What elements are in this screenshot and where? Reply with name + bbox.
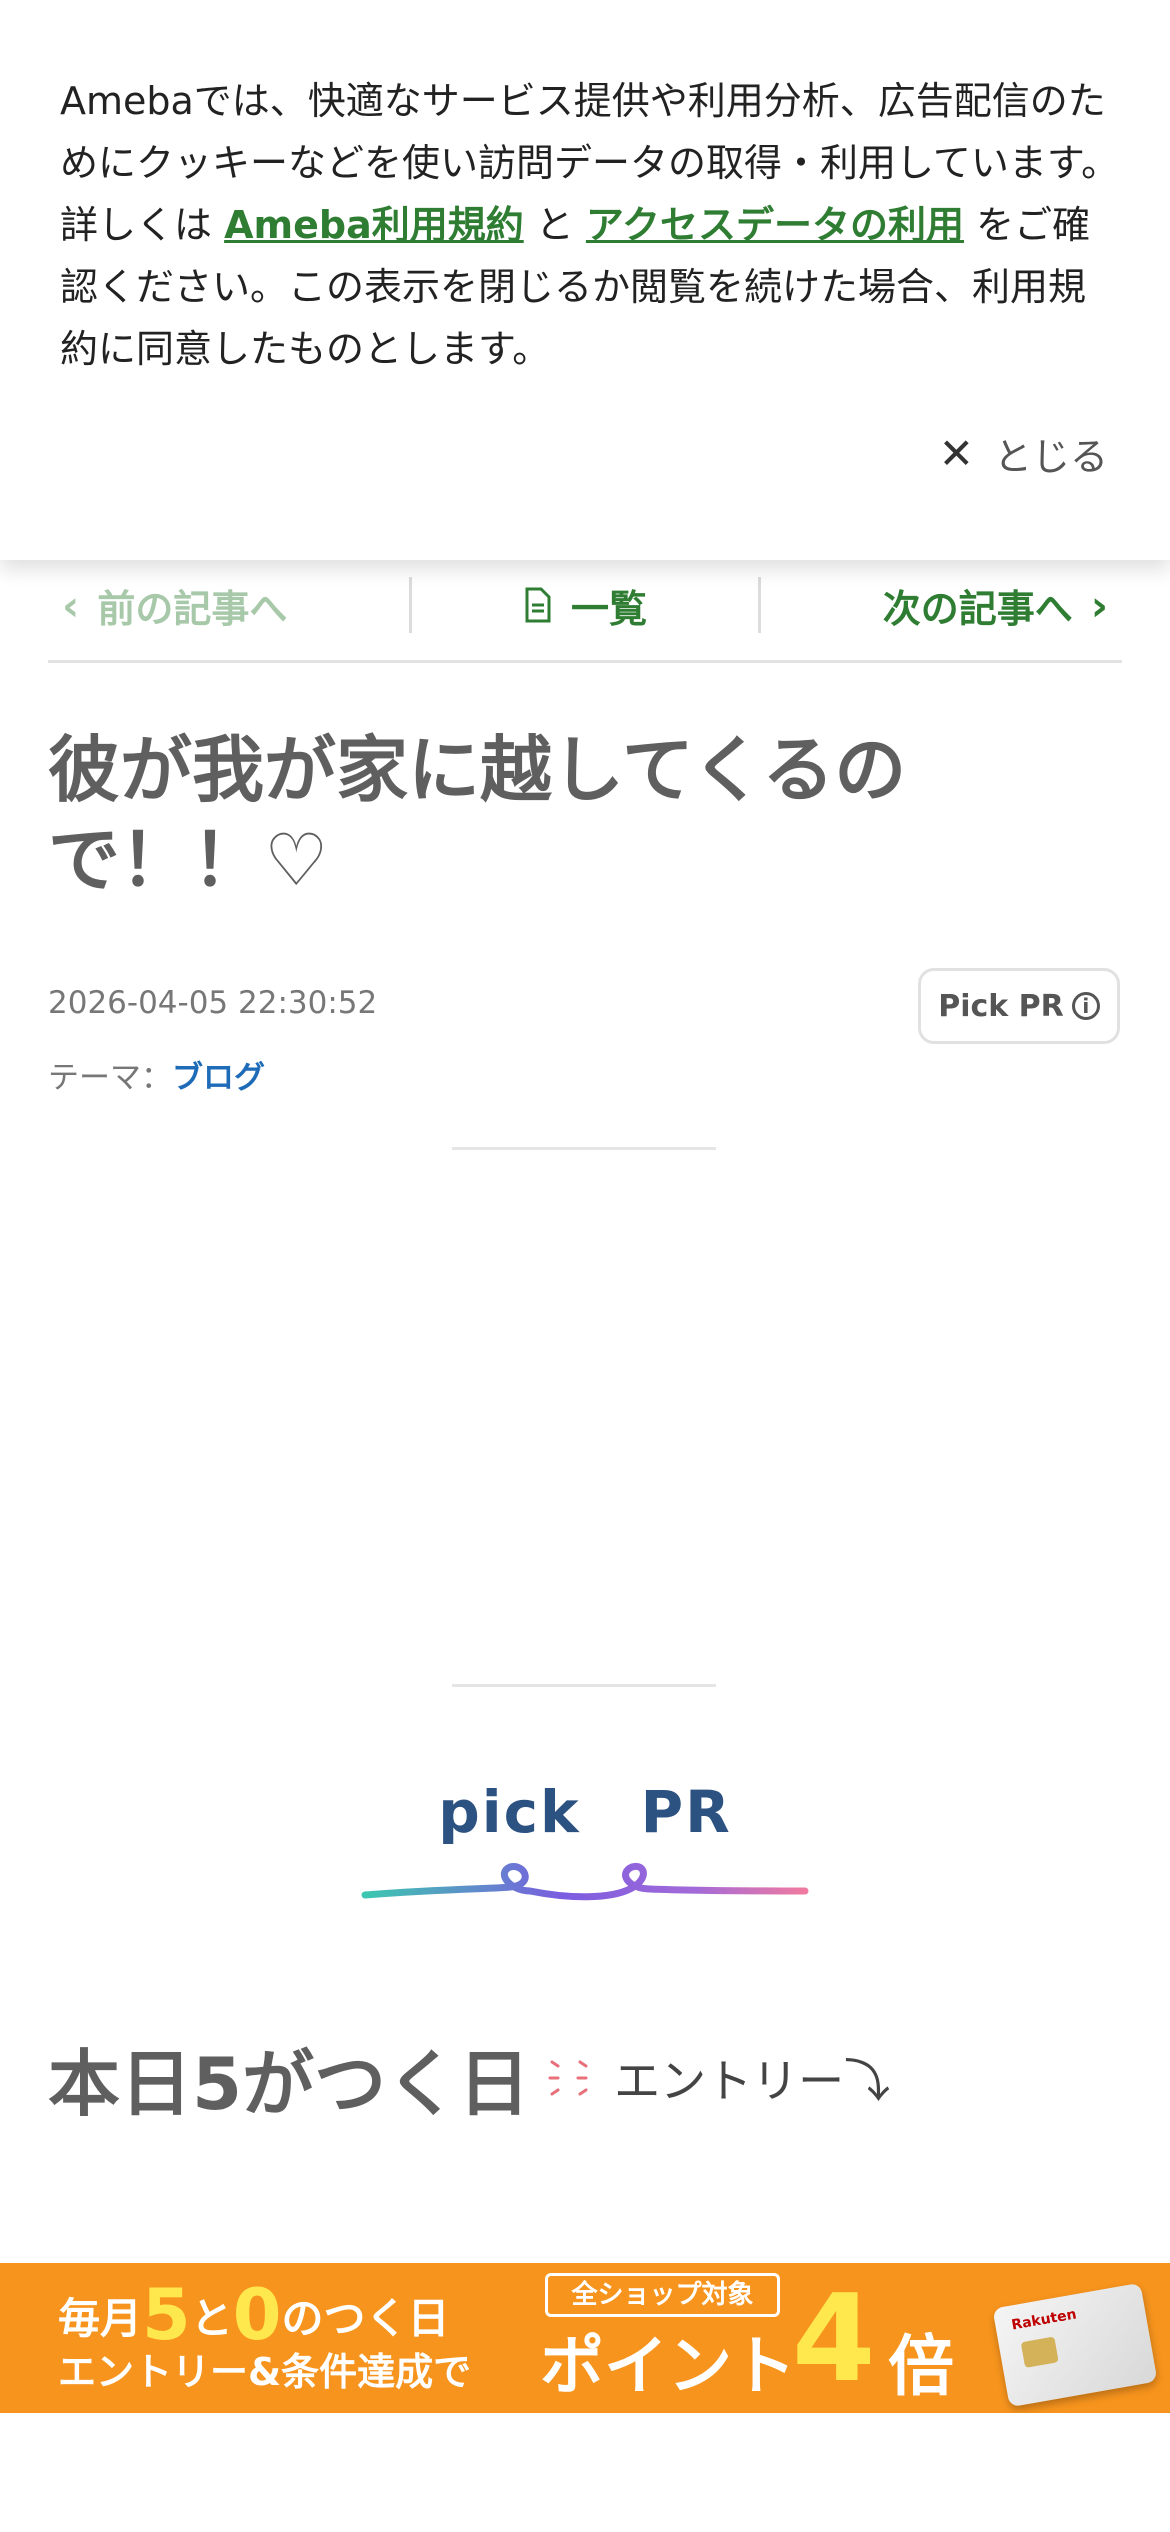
- pick-pr-heading: pick PR: [438, 1778, 732, 1846]
- document-icon: [525, 587, 551, 623]
- chevron-right-icon: ›: [1090, 580, 1109, 630]
- promo-point: ポイント: [540, 2330, 796, 2404]
- ad-divider-bottom: [452, 1684, 716, 1687]
- pick-pr-ribbon-decoration: [361, 1862, 809, 1901]
- promo-zero: 0: [232, 2274, 282, 2356]
- pick-pr-label: Pick PR: [938, 988, 1064, 1024]
- article-list-label: 一覧: [571, 586, 648, 631]
- cookie-text-and: と: [523, 203, 586, 247]
- entry-heading: 本日5がつく日 エントリー⤵: [48, 2025, 890, 2130]
- next-article-link[interactable]: 次の記事へ ›: [761, 575, 1122, 635]
- prev-article-label: 前の記事へ: [97, 586, 288, 631]
- entry-heading-sub: エントリー⤵: [614, 2053, 891, 2108]
- promo-bai: 倍: [888, 2328, 954, 2405]
- promo-line1-b: のつく日: [281, 2294, 450, 2343]
- promo-left-text: 毎月5と0のつく日 エントリー&条件達成で: [58, 2280, 472, 2395]
- entry-heading-main: 本日5がつく日: [48, 2042, 531, 2126]
- cookie-notice-text: Amebaでは、快適なサービス提供や利用分析、広告配信のためにクッキーなどを使い…: [60, 70, 1120, 380]
- theme-line: テーマ：ブログ: [48, 1052, 265, 1097]
- prev-article-link[interactable]: ‹ 前の記事へ: [48, 575, 409, 635]
- promo-tag: 全ショップ対象: [545, 2273, 780, 2317]
- card-chip: [1020, 2336, 1059, 2368]
- promo-line1: 毎月5と0のつく日: [58, 2280, 471, 2350]
- promo-five: 5: [142, 2274, 191, 2356]
- article-nav: ‹ 前の記事へ 一覧 次の記事へ ›: [48, 550, 1122, 663]
- promo-to: と: [190, 2294, 233, 2343]
- info-icon: i: [1071, 992, 1100, 1020]
- promo-banner[interactable]: 毎月5と0のつく日 エントリー&条件達成で 全ショップ対象 ポイント 4 倍 R…: [0, 2263, 1170, 2413]
- close-button[interactable]: ✕ とじる: [939, 425, 1108, 481]
- next-article-label: 次の記事へ: [882, 586, 1073, 631]
- cookie-banner: Amebaでは、快適なサービス提供や利用分析、広告配信のためにクッキーなどを使い…: [0, 0, 1170, 560]
- promo-line2: エントリー&条件達成で: [58, 2350, 472, 2394]
- credit-card-image: Rakuten: [992, 2282, 1158, 2408]
- close-icon: ✕: [938, 428, 974, 478]
- theme-prefix: テーマ：: [48, 1060, 172, 1096]
- card-logo: Rakuten: [1010, 2306, 1078, 2334]
- article-list-link[interactable]: 一覧: [412, 575, 759, 635]
- access-data-link[interactable]: アクセスデータの利用: [586, 203, 964, 247]
- promo-multiplier: 4: [792, 2270, 876, 2409]
- ad-divider-top: [452, 1147, 716, 1150]
- chevron-left-icon: ‹: [62, 580, 80, 630]
- pick-pr-button[interactable]: Pick PR i: [918, 968, 1120, 1044]
- promo-line1-a: 毎月: [58, 2294, 143, 2343]
- theme-link[interactable]: ブログ: [172, 1060, 265, 1096]
- article-title: 彼が我が家に越してくるので！！♡: [48, 728, 907, 902]
- post-timestamp: 2026-04-05 22:30:52: [48, 985, 378, 1021]
- close-label: とじる: [993, 434, 1108, 479]
- terms-link[interactable]: Ameba利用規約: [224, 203, 524, 247]
- sparkle-icon: [548, 2060, 588, 2095]
